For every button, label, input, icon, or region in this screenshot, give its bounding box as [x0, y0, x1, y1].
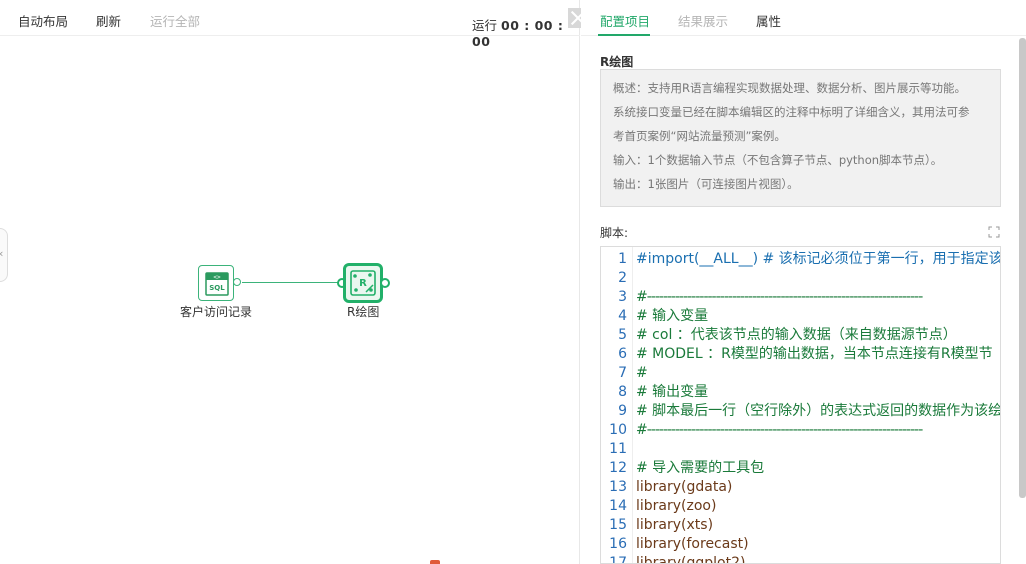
code-text: # 输出变量 — [636, 384, 709, 400]
code-text: # col ：代表该节点的输入数据（来自数据源节点） — [636, 327, 957, 343]
scrollbar-thumb[interactable] — [1019, 38, 1026, 498]
line-number: 8 — [618, 384, 627, 400]
app-window: 自动布局 刷新 运行全部 运行00 : 00 : 00 ‹ <> SQL — [0, 0, 1026, 564]
script-label: 脚本: — [600, 226, 629, 240]
code-line[interactable]: 17 library(ggplot2) — [601, 554, 1000, 564]
line-number: 17 — [609, 555, 627, 564]
workflow-panel: 自动布局 刷新 运行全部 运行00 : 00 : 00 ‹ <> SQL — [0, 0, 588, 564]
tab-properties[interactable]: 属性 — [756, 11, 781, 30]
description-line: 输入：1个数据输入节点（不包含算子节点、python脚本节点）。 — [613, 153, 943, 167]
code-line[interactable]: 11 — [601, 440, 1000, 459]
canvas-marker — [430, 560, 440, 564]
code-line[interactable]: 4 # 输入变量 — [601, 307, 1000, 326]
workflow-edge[interactable] — [242, 282, 342, 283]
sql-table-icon: <> SQL — [205, 272, 229, 296]
section-title: R绘图 — [600, 55, 634, 69]
line-number: 16 — [609, 536, 627, 552]
node-box[interactable]: R — [343, 263, 383, 303]
code-text: # 导入需要的工具包 — [636, 460, 765, 476]
output-port[interactable] — [380, 278, 390, 288]
code-text: # 脚本最后一行（空行除外）的表达式返回的数据作为该绘 — [636, 403, 1001, 419]
r-chart-icon: R — [350, 270, 376, 296]
script-editor[interactable]: 1 #import(__ALL__) # 该标记必须位于第一行，用于指定该脚 2 3 #… — [600, 246, 1001, 564]
code-text: # 输入变量 — [636, 308, 709, 324]
code-text: # — [636, 365, 648, 381]
output-port[interactable] — [233, 278, 241, 286]
code-text: #---------------------------------------… — [636, 422, 923, 438]
line-number: 2 — [618, 270, 627, 286]
description-line: 系统接口变量已经在脚本编辑区的注释中标明了详细含义，其用法可参 — [613, 105, 970, 119]
code-text: #import(__ALL__) # 该标记必须位于第一行，用于指定该脚 — [636, 251, 1001, 267]
panel-scrollbar[interactable] — [1019, 36, 1026, 564]
svg-text:<>: <> — [213, 274, 221, 281]
description-line: 考首页案例“网站流量预测”案例。 — [613, 129, 786, 143]
svg-text:R: R — [359, 278, 367, 289]
code-line[interactable]: 13 library(gdata) — [601, 478, 1000, 497]
description-line: 概述：支持用R语言编程实现数据处理、数据分析、图片展示等功能。 — [613, 81, 966, 95]
code-line[interactable]: 10 #-------------------------------------… — [601, 421, 1000, 440]
code-text: library(forecast) — [636, 536, 749, 552]
line-number: 15 — [609, 517, 627, 533]
line-number: 7 — [618, 365, 627, 381]
code-text: # MODEL ：R模型的输出数据，当本节点连接有R模型节 — [636, 346, 993, 362]
description-line: 输出：1张图片（可连接图片视图）。 — [613, 177, 799, 191]
line-number: 11 — [609, 441, 627, 457]
code-line[interactable]: 6 # MODEL ：R模型的输出数据，当本节点连接有R模型节 — [601, 345, 1000, 364]
workflow-canvas[interactable]: <> SQL 客户访问记录 R R绘图 — [0, 36, 580, 564]
node-description: 概述：支持用R语言编程实现数据处理、数据分析、图片展示等功能。 系统接口变量已经… — [600, 69, 1001, 207]
code-text: #---------------------------------------… — [636, 289, 923, 305]
code-line[interactable]: 7 # — [601, 364, 1000, 383]
svg-text:SQL: SQL — [209, 284, 225, 292]
line-number: 13 — [609, 479, 627, 495]
code-text: library(xts) — [636, 517, 714, 533]
line-number: 10 — [609, 422, 627, 438]
canvas-toolbar: 自动布局 刷新 运行全部 运行 00 : 00 : 00 — [0, 0, 588, 49]
tab-results[interactable]: 结果展示 — [678, 11, 728, 30]
code-line[interactable]: 1 #import(__ALL__) # 该标记必须位于第一行，用于指定该脚 — [601, 250, 1001, 269]
fullscreen-icon[interactable] — [988, 226, 1000, 238]
code-text: library(zoo) — [636, 498, 717, 514]
code-line[interactable]: 9 # 脚本最后一行（空行除外）的表达式返回的数据作为该绘 — [601, 402, 1001, 421]
line-number: 12 — [609, 460, 627, 476]
code-text: library(gdata) — [636, 479, 733, 495]
run-label: 运行 — [472, 18, 498, 33]
line-number: 1 — [618, 251, 627, 267]
line-number: 6 — [618, 346, 627, 362]
code-line[interactable]: 8 # 输出变量 — [601, 383, 1000, 402]
line-number: 9 — [618, 403, 627, 419]
code-line[interactable]: 15 library(xts) — [601, 516, 1000, 535]
run-all-button[interactable]: 运行全部 — [150, 11, 200, 30]
code-line[interactable]: 14 library(zoo) — [601, 497, 1000, 516]
node-box[interactable]: <> SQL — [198, 265, 234, 301]
line-number: 3 — [618, 289, 627, 305]
line-number: 5 — [618, 327, 627, 343]
config-panel: 配置项目 结果展示 属性 R绘图 概述：支持用R语言编程实现数据处理、数据分析、… — [581, 0, 1026, 564]
code-line[interactable]: 2 — [601, 269, 1000, 288]
refresh-button[interactable]: 刷新 — [96, 11, 121, 30]
code-line[interactable]: 12 # 导入需要的工具包 — [601, 459, 1000, 478]
tab-config[interactable]: 配置项目 — [600, 11, 650, 30]
code-line[interactable]: 16 library(forecast) — [601, 535, 1000, 554]
line-number: 4 — [618, 308, 627, 324]
line-number: 14 — [609, 498, 627, 514]
auto-layout-button[interactable]: 自动布局 — [18, 11, 68, 30]
node-label: 客户访问记录 — [180, 305, 253, 319]
config-tabs: 配置项目 结果展示 属性 — [581, 0, 1026, 36]
active-tab-indicator — [598, 34, 650, 36]
code-line[interactable]: 5 # col ：代表该节点的输入数据（来自数据源节点） — [601, 326, 1000, 345]
code-line[interactable]: 3 #--------------------------------------… — [601, 288, 1000, 307]
code-text: library(ggplot2) — [636, 555, 746, 564]
node-label: R绘图 — [347, 305, 380, 319]
